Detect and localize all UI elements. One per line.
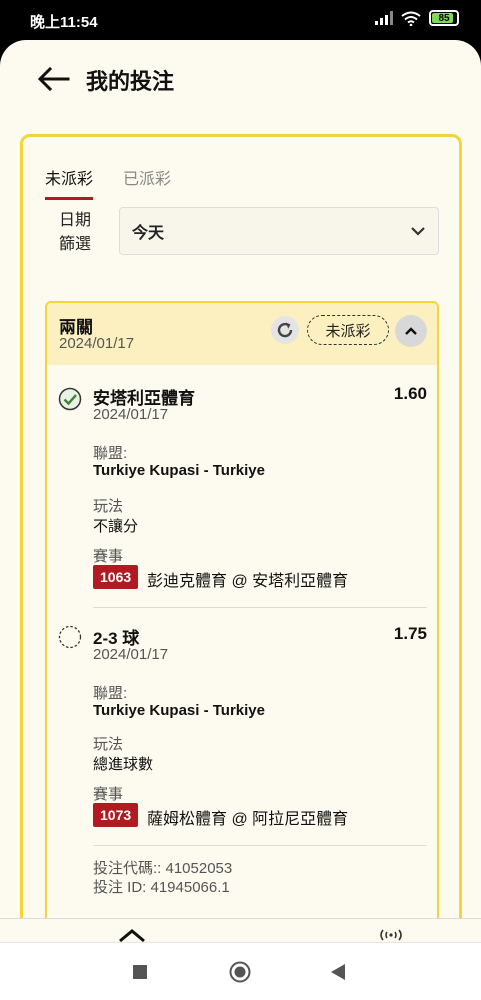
page-header: 我的投注 (0, 40, 481, 120)
bet-card-header: 兩關 2024/01/17 未派彩 (47, 303, 437, 365)
pending-circle-icon (58, 625, 82, 649)
wifi-icon (401, 11, 421, 26)
recent-apps-icon[interactable] (132, 964, 148, 980)
status-icons: 85 (375, 10, 459, 26)
selection-divider (93, 607, 427, 608)
bottom-tab-bar (0, 918, 481, 943)
live-broadcast-icon[interactable] (378, 929, 404, 941)
bet-code: 投注代碼:: 41052053 (93, 860, 233, 877)
date-filter-select[interactable]: 今天 (119, 207, 439, 255)
home-button-icon[interactable] (229, 961, 251, 983)
home-icon[interactable] (118, 929, 146, 943)
app-screen: 我的投注 未派彩 已派彩 日期 篩選 今天 兩關 2024/01/17 未派彩 … (0, 40, 481, 918)
selection-item: 安塔利亞體育 1.60 2024/01/17 聯盟: Turkiye Kupas… (47, 377, 437, 597)
status-badge: 未派彩 (307, 315, 389, 345)
tab-settled[interactable]: 已派彩 (123, 165, 171, 200)
bet-date: 2024/01/17 (59, 335, 135, 352)
bet-status-tabs: 未派彩 已派彩 (45, 165, 171, 200)
date-filter-value: 今天 (132, 225, 165, 242)
event-label: 賽事 (93, 548, 124, 565)
market-value: 不讓分 (93, 518, 139, 535)
status-bar: 晚上11:54 85 (0, 0, 481, 40)
event-label: 賽事 (93, 786, 124, 803)
match-teams: 薩姆松體育 @ 阿拉尼亞體育 (147, 811, 349, 828)
match-teams: 彭迪克體育 @ 安塔利亞體育 (147, 573, 349, 590)
selection-odds: 1.75 (393, 624, 427, 643)
bet-id: 投注 ID: 41945066.1 (93, 879, 230, 896)
date-filter-label-line1: 日期 (59, 212, 92, 229)
back-button-icon[interactable] (330, 963, 346, 981)
bet-codes: 投注代碼:: 41052053 投注 ID: 41945066.1 (93, 859, 232, 897)
chevron-up-icon (405, 327, 417, 335)
chevron-down-icon (411, 227, 425, 236)
page-title: 我的投注 (86, 69, 175, 94)
match-number-badge: 1073 (93, 803, 139, 827)
refresh-icon (277, 322, 293, 338)
date-filter-label-line2: 篩選 (59, 236, 92, 253)
market-label: 玩法 (93, 736, 124, 753)
battery-level: 85 (438, 12, 450, 24)
date-filter-label: 日期 篩選 (59, 209, 91, 257)
market-label: 玩法 (93, 498, 124, 515)
selection-odds: 1.60 (393, 384, 427, 403)
selection-date: 2024/01/17 (93, 406, 169, 423)
collapse-button[interactable] (395, 315, 427, 347)
league-value: Turkiye Kupasi - Turkiye (93, 462, 265, 479)
check-circle-icon (58, 387, 82, 411)
status-time: 晚上11:54 (30, 14, 98, 31)
league-label: 聯盟: (93, 685, 128, 702)
bets-panel: 未派彩 已派彩 日期 篩選 今天 兩關 2024/01/17 未派彩 安塔利亞體… (20, 134, 462, 918)
system-nav-bar (0, 942, 481, 1000)
refresh-button[interactable] (271, 316, 299, 344)
codes-divider (93, 845, 427, 846)
battery-icon: 85 (429, 10, 459, 26)
back-arrow-icon[interactable] (36, 66, 70, 92)
signal-icon (375, 11, 393, 25)
league-label: 聯盟: (93, 445, 128, 462)
selection-date: 2024/01/17 (93, 646, 169, 663)
market-value: 總進球數 (93, 756, 154, 773)
league-value: Turkiye Kupasi - Turkiye (93, 702, 265, 719)
match-number-badge: 1063 (93, 565, 139, 589)
tab-unsettled[interactable]: 未派彩 (45, 165, 94, 200)
selection-item: 2-3 球 1.75 2024/01/17 聯盟: Turkiye Kupasi… (47, 617, 437, 837)
bet-card: 兩關 2024/01/17 未派彩 安塔利亞體育 1.60 2024/01/17… (45, 301, 439, 918)
